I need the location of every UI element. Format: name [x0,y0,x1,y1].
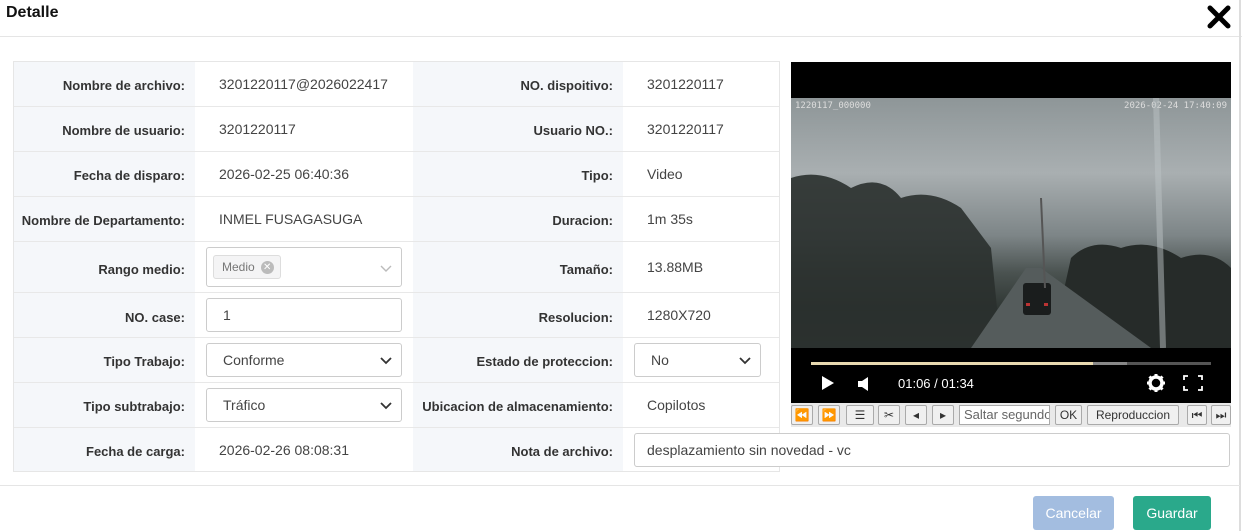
protection-value: No [651,352,669,368]
volume-icon[interactable] [857,376,871,392]
dialog-header: Detalle [0,0,1242,37]
fullscreen-icon[interactable] [1183,375,1203,391]
protection-select[interactable]: No [634,343,761,377]
value-duration: 1m 35s [635,197,779,241]
video-progress-bar[interactable] [811,362,1211,365]
ok-button[interactable]: OK [1055,405,1082,425]
close-icon[interactable] [1206,4,1232,30]
skip-end-icon[interactable]: ⏭ [1211,405,1231,425]
label-upload-date: Fecha de carga: [14,428,195,471]
video-frame: 1220117_000000 2026-02-24 17:40:09 [791,98,1231,348]
fast-forward-icon[interactable]: ⏩ [818,405,840,425]
label-device-no: NO. dispoitivo: [413,62,623,106]
chevron-down-icon [739,357,751,365]
label-file-name: Nombre de archivo: [14,62,195,106]
chevron-down-icon [380,402,392,410]
work-type-select[interactable]: Conforme [206,343,402,377]
value-department: INMEL FUSAGASUGA [207,197,412,241]
work-type-value: Conforme [223,352,285,368]
value-resolution: 1280X720 [635,293,779,337]
cancel-button[interactable]: Cancelar [1033,496,1114,530]
prev-frame-icon[interactable]: ◂ [905,405,927,425]
label-duration: Duracion: [413,197,623,241]
label-file-note: Nota de archivo: [413,428,623,471]
label-range: Rango medio: [14,242,195,292]
video-player[interactable]: 1220117_000000 2026-02-24 17:40:09 01:06… [791,62,1231,403]
label-storage: Ubicacion de almacenamiento: [413,383,623,427]
value-upload-date: 2026-02-26 08:08:31 [207,428,412,471]
label-department: Nombre de Departamento: [14,197,195,241]
label-trigger-date: Fecha de disparo: [14,152,195,196]
player-toolbar: ⏪ ⏩ ☰ ✂ ◂ ▸ Saltar segundos OK Reproducc… [791,403,1231,427]
footer-divider [0,485,1240,486]
label-work-subtype: Tipo subtrabajo: [14,383,195,427]
value-trigger-date: 2026-02-25 06:40:36 [207,152,412,196]
skip-start-icon[interactable]: ⏮ [1187,405,1207,425]
video-time: 01:06 / 01:34 [898,376,974,391]
value-type: Video [635,152,779,196]
road-scene-image [791,98,1231,348]
value-user-name: 3201220117 [207,107,412,151]
label-size: Tamaño: [413,242,623,292]
value-storage: Copilotos [635,383,779,427]
video-played-bar [811,362,1093,365]
settings-gear-icon[interactable] [1146,373,1166,393]
scissors-icon[interactable]: ✂ [878,405,900,425]
rewind-icon[interactable]: ⏪ [791,405,813,425]
range-tag: Medio ✕ [213,255,281,279]
playback-button[interactable]: Reproduccion [1087,405,1179,425]
chevron-down-icon [380,265,392,272]
value-size: 13.88MB [635,242,779,292]
label-work-type: Tipo Trabajo: [14,338,195,382]
label-resolution: Resolucion: [413,293,623,337]
work-subtype-value: Tráfico [223,397,266,413]
chevron-down-icon [380,357,392,365]
label-user-name: Nombre de usuario: [14,107,195,151]
list-icon[interactable]: ☰ [846,405,874,425]
label-protection: Estado de proteccion: [413,338,623,382]
tag-remove-icon[interactable]: ✕ [260,261,274,275]
label-user-no: Usuario NO.: [413,107,623,151]
dialog-title: Detalle [6,4,59,21]
value-device-no: 3201220117 [635,62,779,106]
value-user-no: 3201220117 [635,107,779,151]
play-icon[interactable] [821,375,835,391]
range-multiselect[interactable]: Medio ✕ [206,247,402,287]
label-type: Tipo: [413,152,623,196]
case-no-input[interactable]: 1 [206,298,402,332]
dialog-edge [1239,0,1241,531]
next-frame-icon[interactable]: ▸ [932,405,954,425]
seek-seconds-input[interactable]: Saltar segundos [959,405,1050,425]
value-file-name: 3201220117@2026022417 [207,62,412,106]
file-note-input[interactable]: desplazamiento sin novedad - vc [634,433,1230,467]
label-case-no: NO. case: [14,293,195,337]
save-button[interactable]: Guardar [1133,496,1211,530]
work-subtype-select[interactable]: Tráfico [206,388,402,422]
range-tag-label: Medio [222,260,255,274]
